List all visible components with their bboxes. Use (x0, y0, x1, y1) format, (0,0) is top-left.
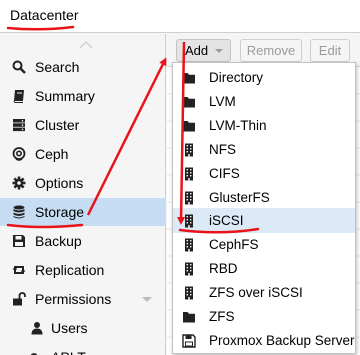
floppy-icon (182, 334, 196, 348)
menu-item-cephfs[interactable]: CephFS (173, 232, 355, 257)
add-button[interactable]: Add (176, 39, 231, 62)
menu-item-label: Directory (209, 70, 264, 85)
scroll-up-icon[interactable] (79, 38, 93, 52)
floppy-icon (13, 235, 25, 247)
title-bar: Datacenter (0, 0, 360, 33)
sidebar-item-label: Cluster (35, 117, 80, 133)
proxmox-storage-screen: Datacenter Search Summary Cluster Ceph O… (0, 0, 360, 355)
menu-item-label: CephFS (209, 237, 259, 252)
sidebar-item-label: Ceph (35, 146, 69, 162)
search-icon (12, 60, 26, 74)
building-icon (185, 214, 193, 228)
menu-item-nfs[interactable]: NFS (173, 137, 355, 162)
expand-caret-icon[interactable] (142, 297, 152, 302)
menu-item-label: iSCSI (209, 213, 244, 228)
building-icon (185, 191, 193, 205)
remove-button[interactable]: Remove (240, 39, 302, 62)
menu-item-label: Proxmox Backup Server (209, 333, 355, 348)
sidebar-item-label: Summary (35, 88, 95, 104)
sidebar-item-ceph[interactable]: Ceph (0, 140, 166, 168)
building-icon (185, 286, 193, 300)
menu-item-lvm[interactable]: LVM (173, 89, 355, 114)
menu-item-zfs[interactable]: ZFS (173, 304, 355, 329)
folder-icon (183, 121, 195, 132)
menu-item-proxmox-backup-server[interactable]: Proxmox Backup Server (173, 328, 355, 353)
building-icon (185, 262, 193, 276)
menu-item-label: ZFS over iSCSI (209, 285, 303, 300)
user-icon (31, 322, 43, 335)
menu-item-rbd[interactable]: RBD (173, 256, 355, 281)
server-icon (13, 119, 25, 132)
menu-item-label: CIFS (209, 166, 240, 181)
edit-button[interactable]: Edit (310, 39, 350, 62)
database-icon (13, 205, 25, 219)
retweet-icon (12, 266, 26, 274)
sidebar-item-api-tokens[interactable]: API T (0, 343, 166, 355)
sidebar-item-label: Search (35, 59, 80, 75)
menu-item-label: ZFS (209, 309, 235, 324)
menu-item-label: RBD (209, 261, 238, 276)
gear-icon (12, 176, 26, 190)
sidebar-item-label: Backup (35, 233, 82, 249)
menu-item-cifs[interactable]: CIFS (173, 161, 355, 186)
menu-item-label: NFS (209, 142, 236, 157)
sidebar-item-cluster[interactable]: Cluster (0, 111, 166, 139)
sidebar: Search Summary Cluster Ceph Options Stor… (0, 34, 166, 355)
folder-icon (183, 97, 195, 108)
sidebar-item-backup[interactable]: Backup (0, 227, 166, 255)
sidebar-item-summary[interactable]: Summary (0, 82, 166, 110)
building-icon (185, 143, 193, 157)
sidebar-item-label: Permissions (35, 291, 112, 307)
sidebar-item-label: API T (51, 343, 86, 355)
folder-icon (183, 312, 195, 323)
sidebar-item-replication[interactable]: Replication (0, 256, 166, 284)
sidebar-item-permissions[interactable]: Permissions (0, 285, 166, 313)
ceph-icon (12, 147, 26, 161)
sidebar-item-label: Storage (35, 204, 85, 220)
sidebar-item-label: Users (51, 320, 88, 336)
menu-item-iscsi[interactable]: iSCSI (173, 208, 355, 233)
menu-item-zfs-over-iscsi[interactable]: ZFS over iSCSI (173, 280, 355, 305)
folder-icon (183, 73, 195, 84)
add-button-label: Add (185, 43, 209, 58)
menu-item-directory[interactable]: Directory (173, 65, 355, 90)
sidebar-item-search[interactable]: Search (0, 53, 166, 81)
menu-item-glusterfs[interactable]: GlusterFS (173, 185, 355, 210)
chevron-down-icon (215, 49, 223, 53)
unlock-icon (13, 292, 26, 306)
book-icon (13, 90, 24, 103)
sidebar-item-options[interactable]: Options (0, 169, 166, 197)
sidebar-item-users[interactable]: Users (0, 314, 166, 342)
building-icon (185, 167, 193, 181)
sidebar-item-label: Replication (35, 262, 105, 278)
menu-item-lvm-thin[interactable]: LVM-Thin (173, 113, 355, 138)
datacenter-title[interactable]: Datacenter (10, 7, 78, 23)
menu-item-label: LVM (209, 94, 236, 109)
building-icon (185, 238, 193, 252)
sidebar-item-storage[interactable]: Storage (0, 198, 166, 226)
add-storage-menu: Directory LVM LVM-Thin NFS CIFS GlusterF… (172, 62, 356, 354)
menu-item-label: LVM-Thin (209, 118, 267, 133)
menu-item-label: GlusterFS (209, 190, 270, 205)
key-icon (30, 353, 38, 355)
sidebar-item-label: Options (35, 175, 84, 191)
